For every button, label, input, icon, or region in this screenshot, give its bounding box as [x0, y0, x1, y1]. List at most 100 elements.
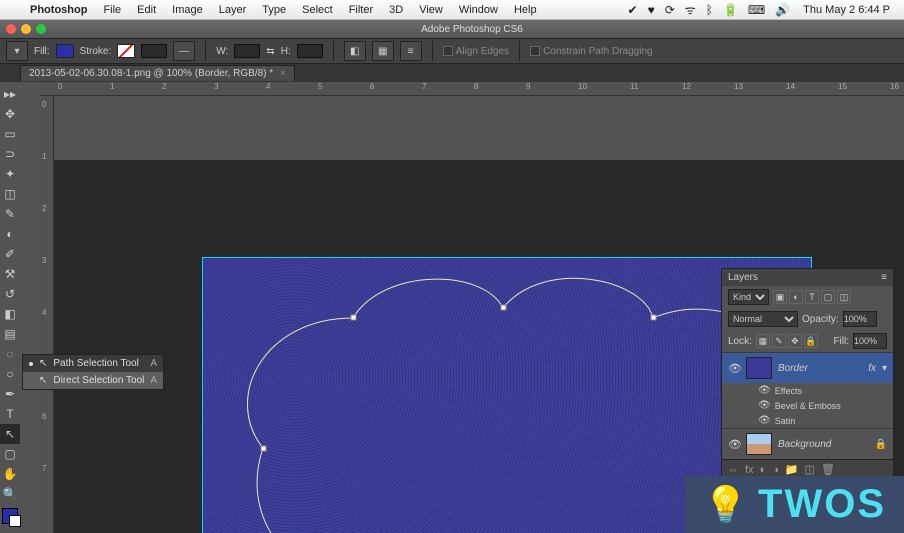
history-brush-tool[interactable]: ↺ [0, 284, 20, 304]
rectangle-tool[interactable]: ▢ [0, 444, 20, 464]
menubar-clock[interactable]: Thu May 2 6:44 P [795, 4, 898, 16]
zoom-tool[interactable]: 🔍 [0, 484, 20, 504]
blur-tool[interactable]: ◌ [0, 344, 20, 364]
pen-tool[interactable]: ✒ [0, 384, 20, 404]
crop-tool[interactable]: ◫ [0, 184, 20, 204]
gradient-tool[interactable]: ▤ [0, 324, 20, 344]
effects-group[interactable]: 👁 Effects [722, 383, 893, 398]
path-arrangement-button[interactable]: ≡ [400, 41, 422, 61]
layer-filter-kind[interactable]: Kind [728, 289, 769, 305]
healing-brush-tool[interactable]: ◐ [0, 224, 20, 244]
app-menu[interactable]: Photoshop [22, 4, 95, 16]
brush-tool[interactable]: ✐ [0, 244, 20, 264]
width-input[interactable] [234, 44, 260, 58]
status-volume-icon[interactable]: 🔊 [770, 3, 795, 17]
layer-thumbnail[interactable] [746, 433, 772, 455]
window-close-button[interactable] [6, 24, 16, 34]
height-input[interactable] [297, 44, 323, 58]
fx-badge[interactable]: fx [868, 363, 876, 374]
horizontal-ruler[interactable]: 012345678910111213141516 [40, 82, 904, 96]
flyout-direct-selection[interactable]: ↖ Direct Selection Tool A [23, 372, 163, 389]
visibility-toggle-icon[interactable]: 👁 [758, 415, 771, 426]
link-layers-icon[interactable]: ⇔ [728, 464, 739, 476]
new-fill-adjustment-icon[interactable]: ◑ [772, 464, 779, 476]
filter-adjustment-icon[interactable]: ◐ [789, 290, 803, 304]
menu-image[interactable]: Image [164, 4, 211, 16]
visibility-toggle-icon[interactable]: 👁 [758, 400, 771, 411]
layers-panel-header[interactable]: Layers ≡ [722, 269, 893, 286]
filter-pixel-icon[interactable]: ▣ [773, 290, 787, 304]
clone-stamp-tool[interactable]: ⚒ [0, 264, 20, 284]
eyedropper-tool[interactable]: ✎ [0, 204, 20, 224]
menu-type[interactable]: Type [254, 4, 294, 16]
status-checkmark-icon[interactable]: ✔ [623, 3, 643, 17]
status-heart-icon[interactable]: ♥ [643, 3, 660, 17]
status-wifi-icon[interactable]: ᯤ [680, 1, 701, 18]
layer-style-icon[interactable]: fx [745, 464, 754, 476]
link-wh-icon[interactable]: ⇆ [266, 46, 274, 57]
menu-layer[interactable]: Layer [211, 4, 255, 16]
type-tool[interactable]: T [0, 404, 20, 424]
window-minimize-button[interactable] [21, 24, 31, 34]
lock-position-icon[interactable]: ✥ [788, 334, 802, 348]
menu-view[interactable]: View [411, 4, 451, 16]
foreground-background-colors[interactable] [2, 508, 18, 524]
marquee-tool[interactable]: ▭ [0, 124, 20, 144]
status-keyboard-icon[interactable]: ⌨ [743, 3, 770, 17]
constrain-path-checkbox[interactable]: Constrain Path Dragging [530, 46, 653, 57]
lock-pixels-icon[interactable]: ✎ [772, 334, 786, 348]
hand-tool[interactable]: ✋ [0, 464, 20, 484]
stroke-swatch[interactable] [117, 44, 135, 58]
layer-name[interactable]: Background [778, 439, 869, 450]
status-battery-icon[interactable]: 🔋 [718, 3, 743, 17]
magic-wand-tool[interactable]: ✦ [0, 164, 20, 184]
layer-row-border[interactable]: 👁 Border fx ▾ [722, 352, 893, 383]
new-layer-icon[interactable]: ◫ [805, 463, 815, 476]
blend-mode-select[interactable]: Normal [728, 311, 798, 327]
lock-all-icon[interactable]: 🔒 [804, 334, 818, 348]
visibility-toggle-icon[interactable]: 👁 [728, 362, 740, 375]
collapse-effects-icon[interactable]: ▾ [882, 363, 887, 374]
filter-shape-icon[interactable]: ▢ [821, 290, 835, 304]
dodge-tool[interactable]: ○ [0, 364, 20, 384]
layer-mask-icon[interactable]: ◐ [760, 464, 767, 476]
filter-type-icon[interactable]: T [805, 290, 819, 304]
lasso-tool[interactable]: ⊃ [0, 144, 20, 164]
menu-help[interactable]: Help [506, 4, 545, 16]
menu-edit[interactable]: Edit [129, 4, 164, 16]
effect-satin[interactable]: 👁 Satin [722, 413, 893, 428]
align-edges-checkbox[interactable]: Align Edges [443, 46, 509, 57]
stroke-options-button[interactable]: — [173, 41, 195, 61]
eraser-tool[interactable]: ◧ [0, 304, 20, 324]
layers-panel[interactable]: Layers ≡ Kind ▣ ◐ T ▢ ◫ Normal Opacity: … [721, 268, 894, 480]
menu-select[interactable]: Select [294, 4, 341, 16]
menu-file[interactable]: File [95, 4, 129, 16]
visibility-toggle-icon[interactable]: 👁 [728, 438, 740, 451]
layer-thumbnail[interactable] [746, 357, 772, 379]
layer-name[interactable]: Border [778, 363, 862, 374]
path-operations-button[interactable]: ◧ [344, 41, 366, 61]
menu-filter[interactable]: Filter [341, 4, 381, 16]
delete-layer-icon[interactable]: 🗑 [821, 463, 835, 476]
menu-3d[interactable]: 3D [381, 4, 411, 16]
lock-transparency-icon[interactable]: ▦ [756, 334, 770, 348]
panel-menu-icon[interactable]: ≡ [881, 272, 887, 283]
status-bluetooth-icon[interactable]: ᛒ [701, 3, 718, 17]
opacity-input[interactable] [843, 311, 877, 327]
path-alignment-button[interactable]: ▦ [372, 41, 394, 61]
tool-preset-icon[interactable]: ▾ [6, 41, 28, 61]
filter-smart-icon[interactable]: ◫ [837, 290, 851, 304]
new-group-icon[interactable]: 📁 [785, 463, 799, 476]
vertical-ruler[interactable]: 01234567 [40, 96, 54, 533]
layer-fill-input[interactable] [853, 333, 887, 349]
path-selection-tool[interactable]: ↖ [0, 424, 20, 444]
menu-window[interactable]: Window [451, 4, 506, 16]
move-tool[interactable]: ✥ [0, 104, 20, 124]
collapse-tools-icon[interactable]: ▸▸ [0, 84, 20, 104]
tab-close-icon[interactable]: × [280, 68, 286, 79]
status-sync-icon[interactable]: ⟳ [660, 3, 680, 17]
visibility-toggle-icon[interactable]: 👁 [758, 385, 771, 396]
flyout-path-selection[interactable]: ↖ Path Selection Tool A [23, 355, 163, 372]
layer-row-background[interactable]: 👁 Background 🔒 [722, 428, 893, 459]
effect-bevel-emboss[interactable]: 👁 Bevel & Emboss [722, 398, 893, 413]
